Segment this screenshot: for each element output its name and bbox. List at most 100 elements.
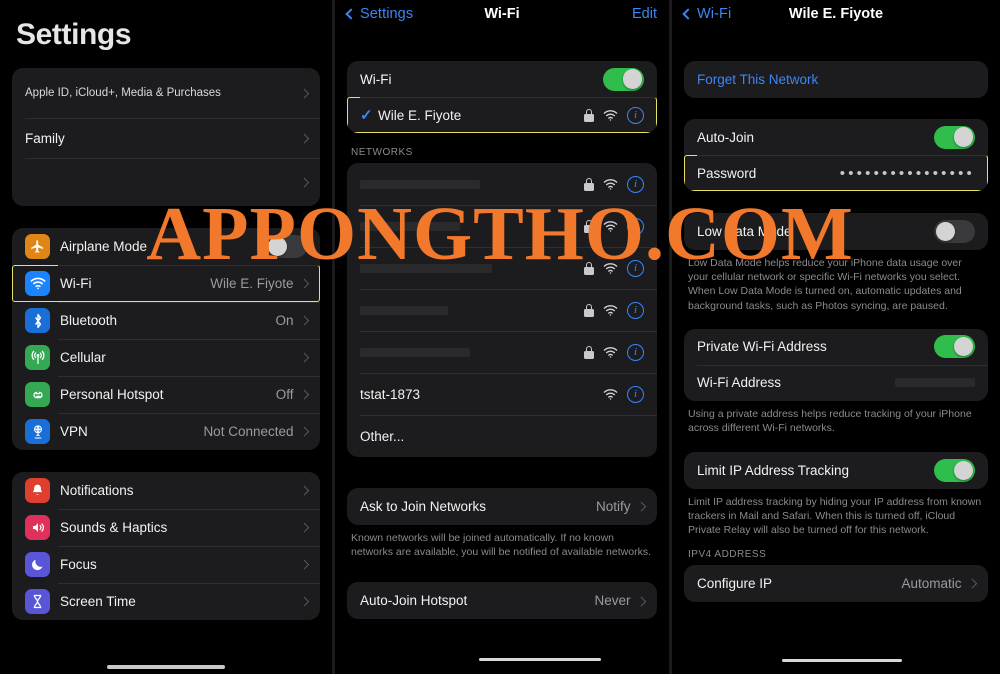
network-detail-pane: Wi-Fi Wile E. Fiyote Forget This Network…: [672, 0, 1000, 674]
network-status-icons: i: [584, 106, 644, 124]
low-data-mode-toggle[interactable]: [934, 220, 975, 243]
home-indicator: [782, 659, 902, 662]
auto-join-hotspot-label: Auto-Join Hotspot: [360, 593, 468, 609]
sidebar-item-bluetooth[interactable]: Bluetooth On: [12, 302, 320, 339]
list-item[interactable]: i: [347, 205, 657, 247]
sidebar-item-extra[interactable]: [12, 158, 320, 206]
sidebar-item-family[interactable]: Family: [12, 118, 320, 158]
chevron-right-icon: [299, 559, 309, 570]
limit-ip-tracking-toggle[interactable]: [934, 459, 975, 483]
sidebar-item-apple-id[interactable]: Apple ID, iCloud+, Media & Purchases: [12, 68, 320, 118]
ask-to-join-value: Notify: [595, 499, 631, 514]
wifi-icon: [25, 271, 50, 296]
private-address-footnote: Using a private address helps reduce tra…: [688, 407, 972, 434]
detail-nav-bar: Wi-Fi Wile E. Fiyote: [672, 0, 1000, 28]
configure-ip-row[interactable]: Configure IP Automatic: [684, 565, 988, 602]
forget-network-row[interactable]: Forget This Network: [684, 61, 988, 98]
account-group: Apple ID, iCloud+, Media & Purchases Fam…: [12, 68, 320, 206]
sidebar-item-wifi[interactable]: Wi-Fi Wile E. Fiyote: [12, 265, 320, 302]
sidebar-item-vpn[interactable]: VPN Not Connected: [12, 413, 320, 450]
settings-sidebar-pane: Settings Apple ID, iCloud+, Media & Purc…: [0, 0, 332, 674]
lock-icon: [584, 219, 594, 233]
low-data-mode-row[interactable]: Low Data Mode: [684, 213, 988, 250]
bluetooth-value: On: [275, 313, 294, 328]
chevron-right-icon: [636, 596, 646, 606]
configure-ip-label: Configure IP: [697, 575, 773, 591]
chevron-right-icon: [299, 278, 309, 289]
sidebar-item-cellular[interactable]: Cellular: [12, 339, 320, 376]
info-icon[interactable]: i: [627, 217, 644, 235]
cellular-label: Cellular: [60, 350, 106, 365]
info-icon[interactable]: i: [627, 301, 644, 319]
back-to-wifi-button[interactable]: Wi-Fi: [682, 6, 731, 22]
info-icon[interactable]: i: [627, 385, 644, 403]
wifi-signal-icon: [603, 388, 618, 400]
auto-join-row[interactable]: Auto-Join: [684, 119, 988, 155]
airplane-mode-toggle[interactable]: [266, 235, 307, 258]
home-indicator: [107, 664, 225, 669]
chevron-right-icon: [299, 426, 309, 437]
checkmark-icon: ✓: [360, 107, 373, 124]
private-wifi-address-row[interactable]: Private Wi-Fi Address: [684, 329, 988, 365]
list-item[interactable]: i: [347, 289, 657, 331]
private-wifi-address-toggle[interactable]: [934, 335, 975, 359]
lock-icon: [584, 177, 594, 191]
low-data-mode-label: Low Data Mode: [697, 224, 792, 239]
password-value: ••••••••••••••••: [839, 164, 975, 182]
chevron-right-icon: [299, 133, 309, 143]
list-item[interactable]: i: [347, 247, 657, 289]
sidebar-item-focus[interactable]: Focus: [12, 546, 320, 583]
available-networks-group: i i i i i tstat-1873 i Other...: [347, 163, 657, 457]
auto-join-hotspot-row[interactable]: Auto-Join Hotspot Never: [347, 582, 657, 619]
limit-ip-footnote: Limit IP address tracking by hiding your…: [688, 496, 982, 537]
password-row[interactable]: Password ••••••••••••••••: [684, 155, 988, 191]
bell-icon: [25, 478, 50, 503]
info-icon[interactable]: i: [627, 175, 644, 193]
ask-to-join-label: Ask to Join Networks: [360, 499, 487, 514]
info-icon[interactable]: i: [627, 343, 644, 361]
forget-network-label: Forget This Network: [697, 72, 819, 87]
other-label: Other...: [360, 428, 405, 444]
lock-icon: [584, 345, 594, 359]
other-network-row[interactable]: Other...: [347, 415, 657, 457]
back-to-settings-button[interactable]: Settings: [345, 6, 414, 22]
sidebar-item-screen-time[interactable]: Screen Time: [12, 583, 320, 620]
info-icon[interactable]: i: [627, 106, 644, 124]
wifi-signal-icon: [603, 220, 618, 232]
sidebar-item-personal-hotspot[interactable]: Personal Hotspot Off: [12, 376, 320, 413]
sidebar-item-sounds-haptics[interactable]: Sounds & Haptics: [12, 509, 320, 546]
notifications-label: Notifications: [60, 483, 134, 498]
screen-time-label: Screen Time: [60, 594, 136, 609]
network-name: tstat-1873: [360, 386, 421, 402]
hourglass-icon: [25, 589, 50, 614]
airplane-icon: [25, 234, 50, 259]
wifi-toggle-row[interactable]: Wi-Fi: [347, 61, 657, 97]
focus-label: Focus: [60, 557, 97, 572]
list-item[interactable]: i: [347, 331, 657, 373]
auto-join-hotspot-value: Never: [594, 593, 631, 609]
wifi-signal-icon: [603, 109, 618, 121]
wifi-toggle[interactable]: [603, 67, 644, 91]
sidebar-item-airplane-mode[interactable]: Airplane Mode: [12, 228, 320, 265]
connected-network-row[interactable]: ✓ Wile E. Fiyote i: [347, 97, 657, 133]
chevron-right-icon: [299, 177, 309, 187]
low-data-mode-group: Low Data Mode: [684, 213, 988, 250]
ipv4-section-header: IPV4 ADDRESS: [688, 548, 767, 560]
limit-ip-tracking-row[interactable]: Limit IP Address Tracking: [684, 452, 988, 489]
wifi-signal-icon: [603, 262, 618, 274]
sidebar-item-notifications[interactable]: Notifications: [12, 472, 320, 509]
edit-button[interactable]: Edit: [632, 6, 657, 22]
page-title: Settings: [16, 18, 132, 51]
info-icon[interactable]: i: [627, 259, 644, 277]
networks-section-header: NETWORKS: [351, 147, 413, 158]
wifi-address-value: [895, 378, 975, 388]
auto-join-toggle[interactable]: [934, 125, 975, 149]
ask-to-join-row[interactable]: Ask to Join Networks Notify: [347, 488, 657, 525]
list-item-tstat[interactable]: tstat-1873 i: [347, 373, 657, 415]
password-label: Password: [697, 165, 757, 181]
bluetooth-label: Bluetooth: [60, 313, 118, 328]
limit-ip-group: Limit IP Address Tracking: [684, 452, 988, 490]
chevron-right-icon: [636, 501, 646, 512]
list-item[interactable]: i: [347, 163, 657, 205]
back-label: Settings: [360, 6, 414, 22]
